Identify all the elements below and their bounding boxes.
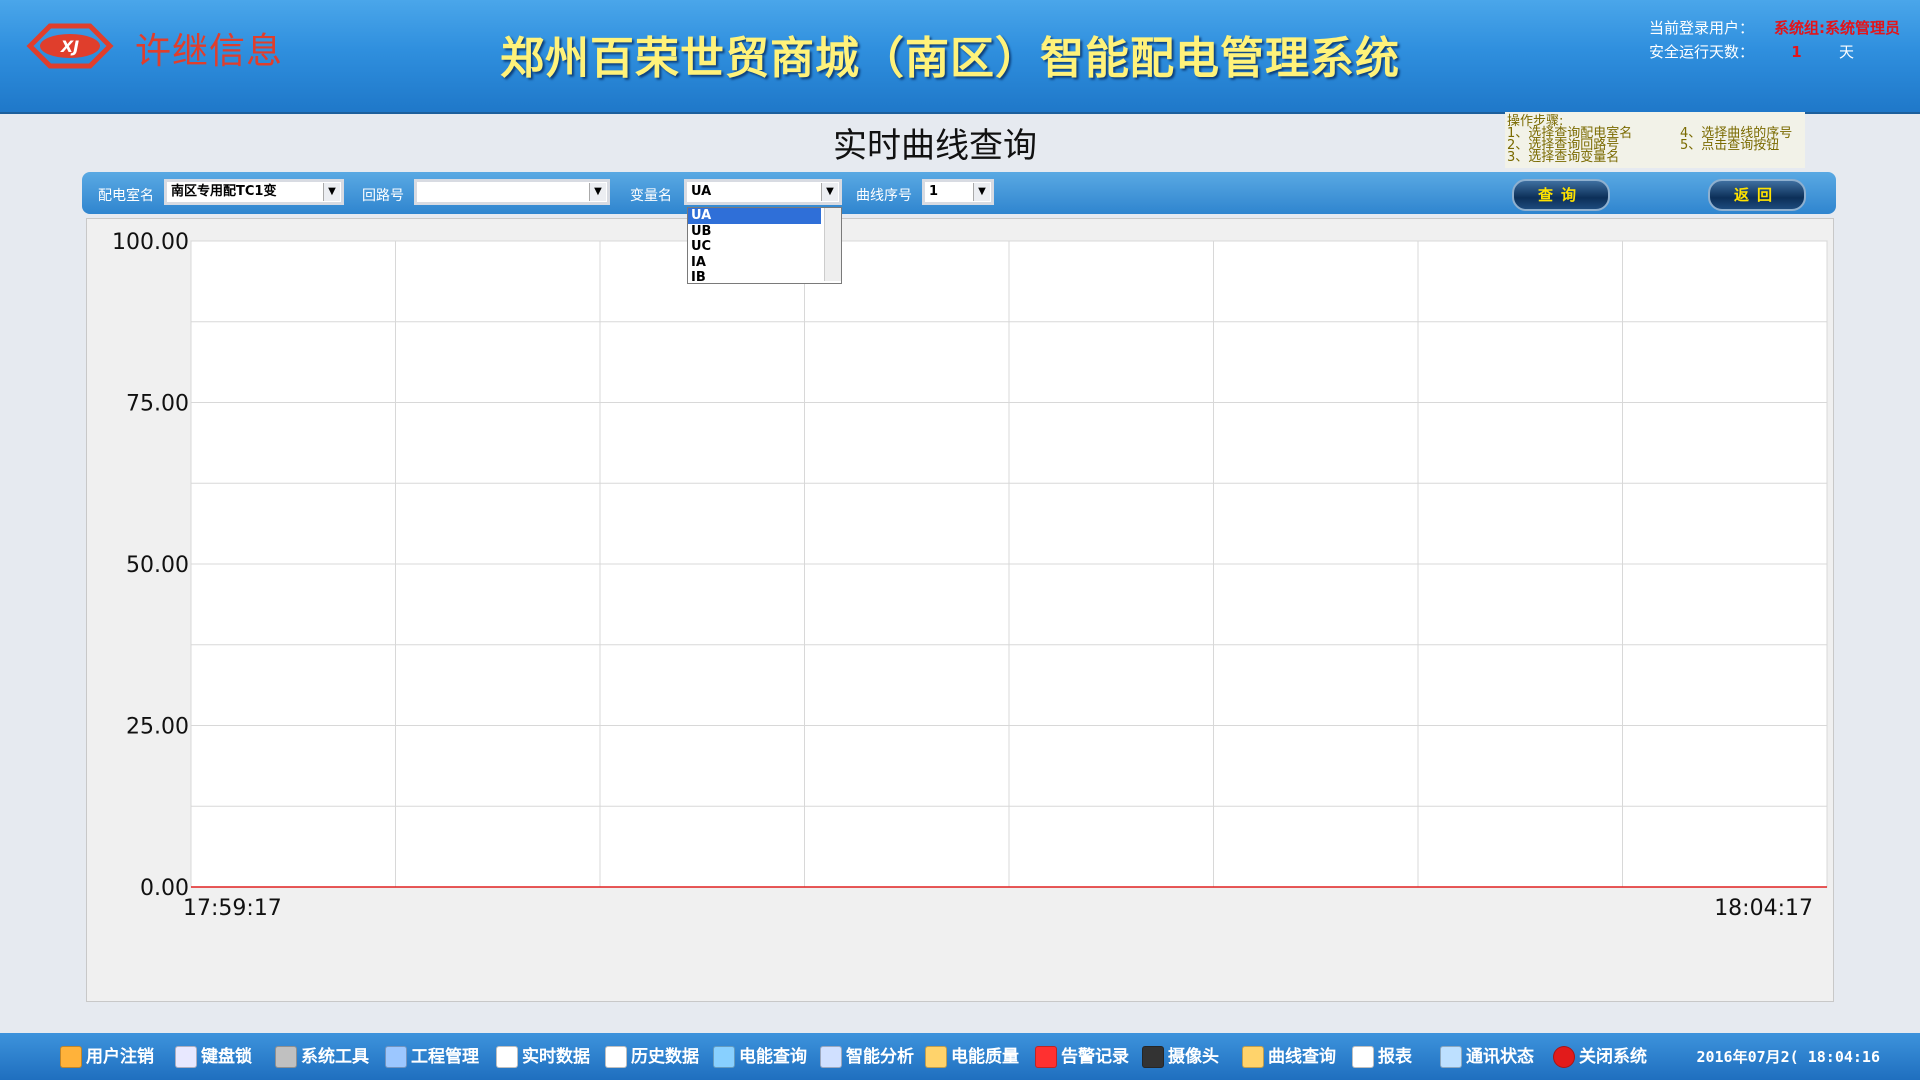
taskbar-item-label: 电能质量 [951, 1047, 1019, 1067]
taskbar-item-label: 告警记录 [1061, 1047, 1129, 1067]
bottom-taskbar: 用户注销 键盘锁 系统工具 工程管理 实时数据 历史数据 电能查询 智能分析 电能质量 告警记录 摄… [0, 1033, 1920, 1080]
y-tick-label: 50.00 [126, 553, 189, 578]
days-label: 安全运行天数： [1649, 43, 1755, 61]
chevron-down-icon[interactable]: ▼ [973, 183, 990, 201]
taskbar-item-label: 用户注销 [86, 1047, 154, 1067]
analysis-icon [820, 1046, 842, 1068]
header-bar: XJ 许继信息 郑州百荣世贸商城（南区）智能配电管理系统 当前登录用户： 系统组:… [0, 0, 1920, 114]
days-value: 1 [1791, 43, 1802, 61]
network-icon [1440, 1046, 1462, 1068]
var-select-value: UA [691, 184, 712, 199]
taskbar-item-label: 智能分析 [846, 1047, 914, 1067]
taskbar-item[interactable]: 智能分析 [820, 1045, 914, 1069]
dropdown-option[interactable]: UA [688, 208, 821, 224]
user-label: 当前登录用户： [1649, 19, 1755, 37]
close-icon [1553, 1046, 1575, 1068]
room-label: 配电室名 [98, 188, 154, 204]
loop-label: 回路号 [362, 188, 404, 204]
taskbar-item[interactable]: 关闭系统 [1553, 1045, 1647, 1069]
chevron-down-icon[interactable]: ▼ [323, 183, 340, 201]
dropdown-option[interactable]: UB [688, 224, 821, 240]
curve-select[interactable]: 1 ▼ [922, 179, 994, 205]
taskbar-item[interactable]: 键盘锁 [175, 1045, 252, 1069]
operation-steps: 操作步骤: 1、选择查询配电室名 2、选择查询回路号 3、选择查询变量名 4、选… [1505, 112, 1805, 168]
query-toolbar: 配电室名 南区专用配TC1变 ▼ 回路号 ▼ 变量名 UA ▼ 曲线序号 1 ▼… [82, 172, 1836, 214]
taskbar-item-label: 曲线查询 [1268, 1047, 1336, 1067]
taskbar-item-label: 通讯状态 [1466, 1047, 1534, 1067]
taskbar-item-label: 报表 [1378, 1047, 1412, 1067]
step-item: 3、选择查询变量名 [1507, 150, 1620, 165]
login-info: 当前登录用户： 系统组:系统管理员 安全运行天数： 1 天 [1649, 16, 1900, 64]
taskbar-item[interactable]: 实时数据 [496, 1045, 590, 1069]
power-quality-icon [925, 1046, 947, 1068]
taskbar-item[interactable]: 用户注销 [60, 1045, 154, 1069]
y-tick-label: 100.00 [112, 230, 189, 255]
taskbar-item-label: 键盘锁 [201, 1047, 252, 1067]
svg-text:XJ: XJ [60, 37, 79, 56]
taskbar-item[interactable]: 曲线查询 [1242, 1045, 1336, 1069]
taskbar-item-label: 历史数据 [631, 1047, 699, 1067]
report-icon [1352, 1046, 1374, 1068]
xj-logo-icon: XJ [26, 23, 114, 69]
var-label: 变量名 [630, 188, 672, 204]
taskbar-item[interactable]: 告警记录 [1035, 1045, 1129, 1069]
system-title: 郑州百荣世贸商城（南区）智能配电管理系统 [500, 33, 1400, 84]
curve-label: 曲线序号 [856, 188, 912, 204]
taskbar-item-label: 摄像头 [1168, 1047, 1219, 1067]
project-icon [385, 1046, 407, 1068]
taskbar-item[interactable]: 摄像头 [1142, 1045, 1219, 1069]
taskbar-item[interactable]: 报表 [1352, 1045, 1412, 1069]
realtime-data-icon [496, 1046, 518, 1068]
keyboard-icon [175, 1046, 197, 1068]
user-value: 系统组:系统管理员 [1774, 19, 1900, 37]
chevron-down-icon[interactable]: ▼ [821, 183, 838, 201]
y-tick-label: 25.00 [126, 715, 189, 740]
chart-panel: 100.00 75.00 50.00 25.00 0.00 17:59:17 18:04:1… [86, 218, 1834, 1002]
tools-icon [275, 1046, 297, 1068]
taskbar-item-label: 工程管理 [411, 1047, 479, 1067]
taskbar-item[interactable]: 系统工具 [275, 1045, 369, 1069]
loop-select[interactable]: ▼ [414, 179, 610, 205]
taskbar-item[interactable]: 通讯状态 [1440, 1045, 1534, 1069]
datetime: 2016年07月2( 18:04:16 [1696, 1048, 1880, 1066]
back-button[interactable]: 返回 [1708, 179, 1806, 211]
curve-query-icon [1242, 1046, 1264, 1068]
alarm-icon [1035, 1046, 1057, 1068]
taskbar-item-label: 系统工具 [301, 1047, 369, 1067]
x-tick-label: 17:59:17 [183, 896, 282, 921]
y-tick-label: 75.00 [126, 392, 189, 417]
users-icon [60, 1046, 82, 1068]
step-item: 5、点击查询按钮 [1680, 138, 1780, 153]
var-dropdown-list[interactable]: UA UB UC IA IB [687, 207, 842, 284]
logo-text: 许继信息 [135, 31, 284, 72]
taskbar-item[interactable]: 电能查询 [713, 1045, 807, 1069]
taskbar-item-label: 电能查询 [739, 1047, 807, 1067]
realtime-curve-chart: 100.00 75.00 50.00 25.00 0.0017:59:17 18:04:1… [112, 230, 1828, 921]
var-select[interactable]: UA ▼ [684, 179, 842, 205]
taskbar-item[interactable]: 历史数据 [605, 1045, 699, 1069]
taskbar-item-label: 实时数据 [522, 1047, 590, 1067]
x-tick-label: 18:04:17 [1714, 896, 1813, 921]
dropdown-scrollbar[interactable] [824, 208, 841, 281]
room-select-value: 南区专用配TC1变 [171, 184, 277, 199]
energy-query-icon [713, 1046, 735, 1068]
history-data-icon [605, 1046, 627, 1068]
taskbar-item[interactable]: 电能质量 [925, 1045, 1019, 1069]
dropdown-option[interactable]: IA [688, 255, 821, 271]
chevron-down-icon[interactable]: ▼ [589, 183, 606, 201]
taskbar-item[interactable]: 工程管理 [385, 1045, 479, 1069]
room-select[interactable]: 南区专用配TC1变 ▼ [164, 179, 344, 205]
query-button[interactable]: 查询 [1512, 179, 1610, 211]
camera-icon [1142, 1046, 1164, 1068]
taskbar-item-label: 关闭系统 [1579, 1047, 1647, 1067]
days-unit: 天 [1839, 43, 1855, 61]
curve-select-value: 1 [929, 184, 939, 199]
dropdown-option[interactable]: UC [688, 239, 821, 255]
y-tick-label: 0.00 [140, 876, 189, 901]
dropdown-option[interactable]: IB [688, 270, 821, 282]
